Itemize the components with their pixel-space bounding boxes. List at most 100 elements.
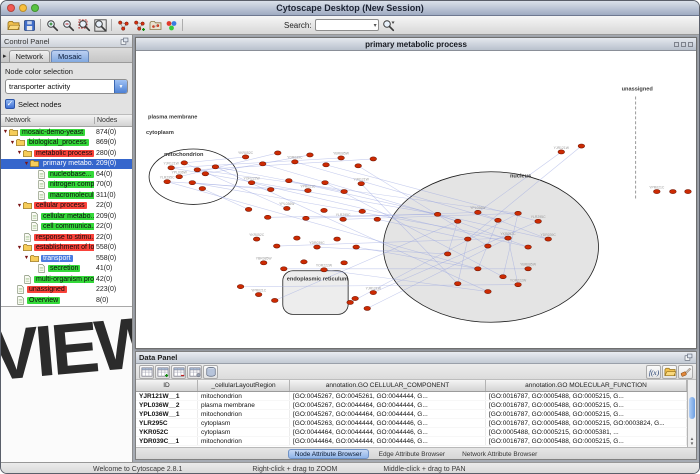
tab-scroll-icon[interactable]: ▸ (3, 52, 7, 60)
select-nodes-checkbox[interactable]: ✓ (5, 99, 15, 109)
network-node[interactable] (525, 267, 532, 271)
import-network-icon[interactable] (147, 17, 163, 33)
table-row[interactable]: YPL036W__2plasma membrane[GO:0045267, GO… (136, 401, 687, 410)
network-node[interactable] (370, 290, 377, 294)
search-options-icon[interactable] (381, 17, 397, 33)
network-node[interactable] (303, 216, 310, 220)
network-view-titlebar[interactable]: primary metabolic process (136, 38, 696, 51)
select-attributes-icon[interactable] (139, 365, 154, 379)
network-node[interactable] (358, 182, 365, 186)
tree-item-metabolic-process[interactable]: ▼metabolic process280(0) (1, 148, 132, 159)
network-node[interactable] (485, 289, 492, 293)
network-node[interactable] (321, 268, 328, 272)
float-panel-icon[interactable] (684, 353, 693, 362)
table-vertical-scrollbar[interactable]: ▲▼ (687, 380, 696, 447)
network-node[interactable] (670, 190, 677, 194)
clear-attribute-icon[interactable] (678, 365, 693, 379)
formula-builder-icon[interactable]: f(x) (646, 365, 661, 379)
network-node[interactable] (475, 210, 482, 214)
zoom-in-icon[interactable] (44, 17, 60, 33)
network-node[interactable] (454, 282, 461, 286)
network-node[interactable] (370, 157, 377, 161)
network-node[interactable] (271, 298, 278, 302)
network-node[interactable] (199, 187, 206, 191)
window-titlebar[interactable]: Cytoscape Desktop (New Session) (1, 1, 699, 16)
network-node[interactable] (189, 181, 196, 185)
network-node[interactable] (525, 245, 532, 249)
open-attribute-file-icon[interactable] (662, 365, 677, 379)
network-node[interactable] (444, 252, 451, 256)
network-node[interactable] (259, 162, 266, 166)
network-node[interactable] (322, 181, 329, 185)
zoom-fit-icon[interactable] (92, 17, 108, 33)
network-node[interactable] (500, 275, 507, 279)
network-node[interactable] (558, 150, 565, 154)
expand-collapse-icon[interactable]: ▼ (16, 203, 23, 209)
network-node[interactable] (294, 236, 301, 240)
tree-item-unassigned[interactable]: unassigned223(0) (1, 285, 132, 296)
tree-item-cellular-metabo[interactable]: cellular metabo...209(0) (1, 211, 132, 222)
table-row[interactable]: YLR295Ccytoplasm[GO:0045263, GO:0044444,… (136, 419, 687, 428)
network-node[interactable] (347, 300, 354, 304)
tree-item-secretion[interactable]: secretion41(0) (1, 264, 132, 275)
network-node[interactable] (164, 180, 171, 184)
expand-collapse-icon[interactable]: ▼ (16, 150, 23, 156)
column-header-cellularlayoutregion[interactable]: _cellularLayoutRegion (198, 380, 290, 391)
network-node[interactable] (464, 237, 471, 241)
network-node[interactable] (237, 285, 244, 289)
network-node[interactable] (653, 190, 660, 194)
network-node[interactable] (340, 217, 347, 221)
zoom-selected-region-icon[interactable] (76, 17, 92, 33)
network-node[interactable] (685, 190, 692, 194)
expand-collapse-icon[interactable]: ▼ (9, 140, 16, 146)
network-node[interactable] (248, 181, 255, 185)
tree-item-establishment-of-lo[interactable]: ▼establishment of lo...558(0) (1, 243, 132, 254)
network-node[interactable] (475, 267, 482, 271)
network-node[interactable] (267, 188, 274, 192)
search-dropdown-icon[interactable]: ▾ (374, 22, 377, 30)
network-node[interactable] (434, 212, 441, 216)
new-network-from-selection-icon[interactable] (131, 17, 147, 33)
network-canvas[interactable]: YJR121WYPL036WYLR295CYKR052CYDR039CYBR08… (136, 51, 696, 348)
network-node[interactable] (323, 163, 330, 167)
internal-maximize-button[interactable] (681, 42, 686, 47)
expand-collapse-icon[interactable]: ▼ (23, 255, 30, 261)
column-header-id[interactable]: ID (136, 380, 198, 391)
table-row[interactable]: YPL036W__1mitochondrion[GO:0045267, GO:0… (136, 410, 687, 419)
network-node[interactable] (242, 155, 249, 159)
network-node[interactable] (515, 283, 522, 287)
tab-network[interactable]: Network (9, 50, 51, 62)
search-combobox[interactable]: ▾ (315, 19, 379, 31)
minimize-button[interactable] (19, 4, 27, 12)
tree-item-overview[interactable]: Overview8(0) (1, 295, 132, 306)
birdseye-overview-panel[interactable]: VIEW (1, 306, 132, 462)
network-node[interactable] (341, 261, 348, 265)
network-node[interactable] (264, 215, 271, 219)
tree-item-multi-organism-pro[interactable]: multi-organism pro...42(0) (1, 274, 132, 285)
tree-item-response-to-stimu[interactable]: response to stimu...22(0) (1, 232, 132, 243)
attribute-settings-icon[interactable] (187, 365, 202, 379)
network-node[interactable] (176, 175, 183, 179)
tab-network-attribute-browser[interactable]: Network Attribute Browser (455, 449, 544, 459)
scroll-down-icon[interactable]: ▼ (690, 441, 694, 446)
network-node[interactable] (353, 245, 360, 249)
network-node[interactable] (505, 236, 512, 240)
select-first-neighbors-icon[interactable] (115, 17, 131, 33)
network-node[interactable] (355, 164, 362, 168)
zoom-out-icon[interactable] (60, 17, 76, 33)
network-node[interactable] (545, 237, 552, 241)
network-node[interactable] (280, 267, 287, 271)
network-node[interactable] (321, 208, 328, 212)
internal-minimize-button[interactable] (674, 42, 679, 47)
network-node[interactable] (535, 219, 542, 223)
network-node[interactable] (194, 168, 201, 172)
scrollbar-thumb[interactable] (689, 397, 695, 419)
network-node[interactable] (255, 292, 262, 296)
open-file-icon[interactable] (5, 17, 21, 33)
network-node[interactable] (515, 211, 522, 215)
network-node[interactable] (374, 217, 381, 221)
network-node[interactable] (359, 209, 366, 213)
network-node[interactable] (202, 172, 209, 176)
new-attribute-icon[interactable] (155, 365, 170, 379)
tree-item-primary-metabo[interactable]: ▼primary metabo...209(0) (1, 159, 132, 170)
